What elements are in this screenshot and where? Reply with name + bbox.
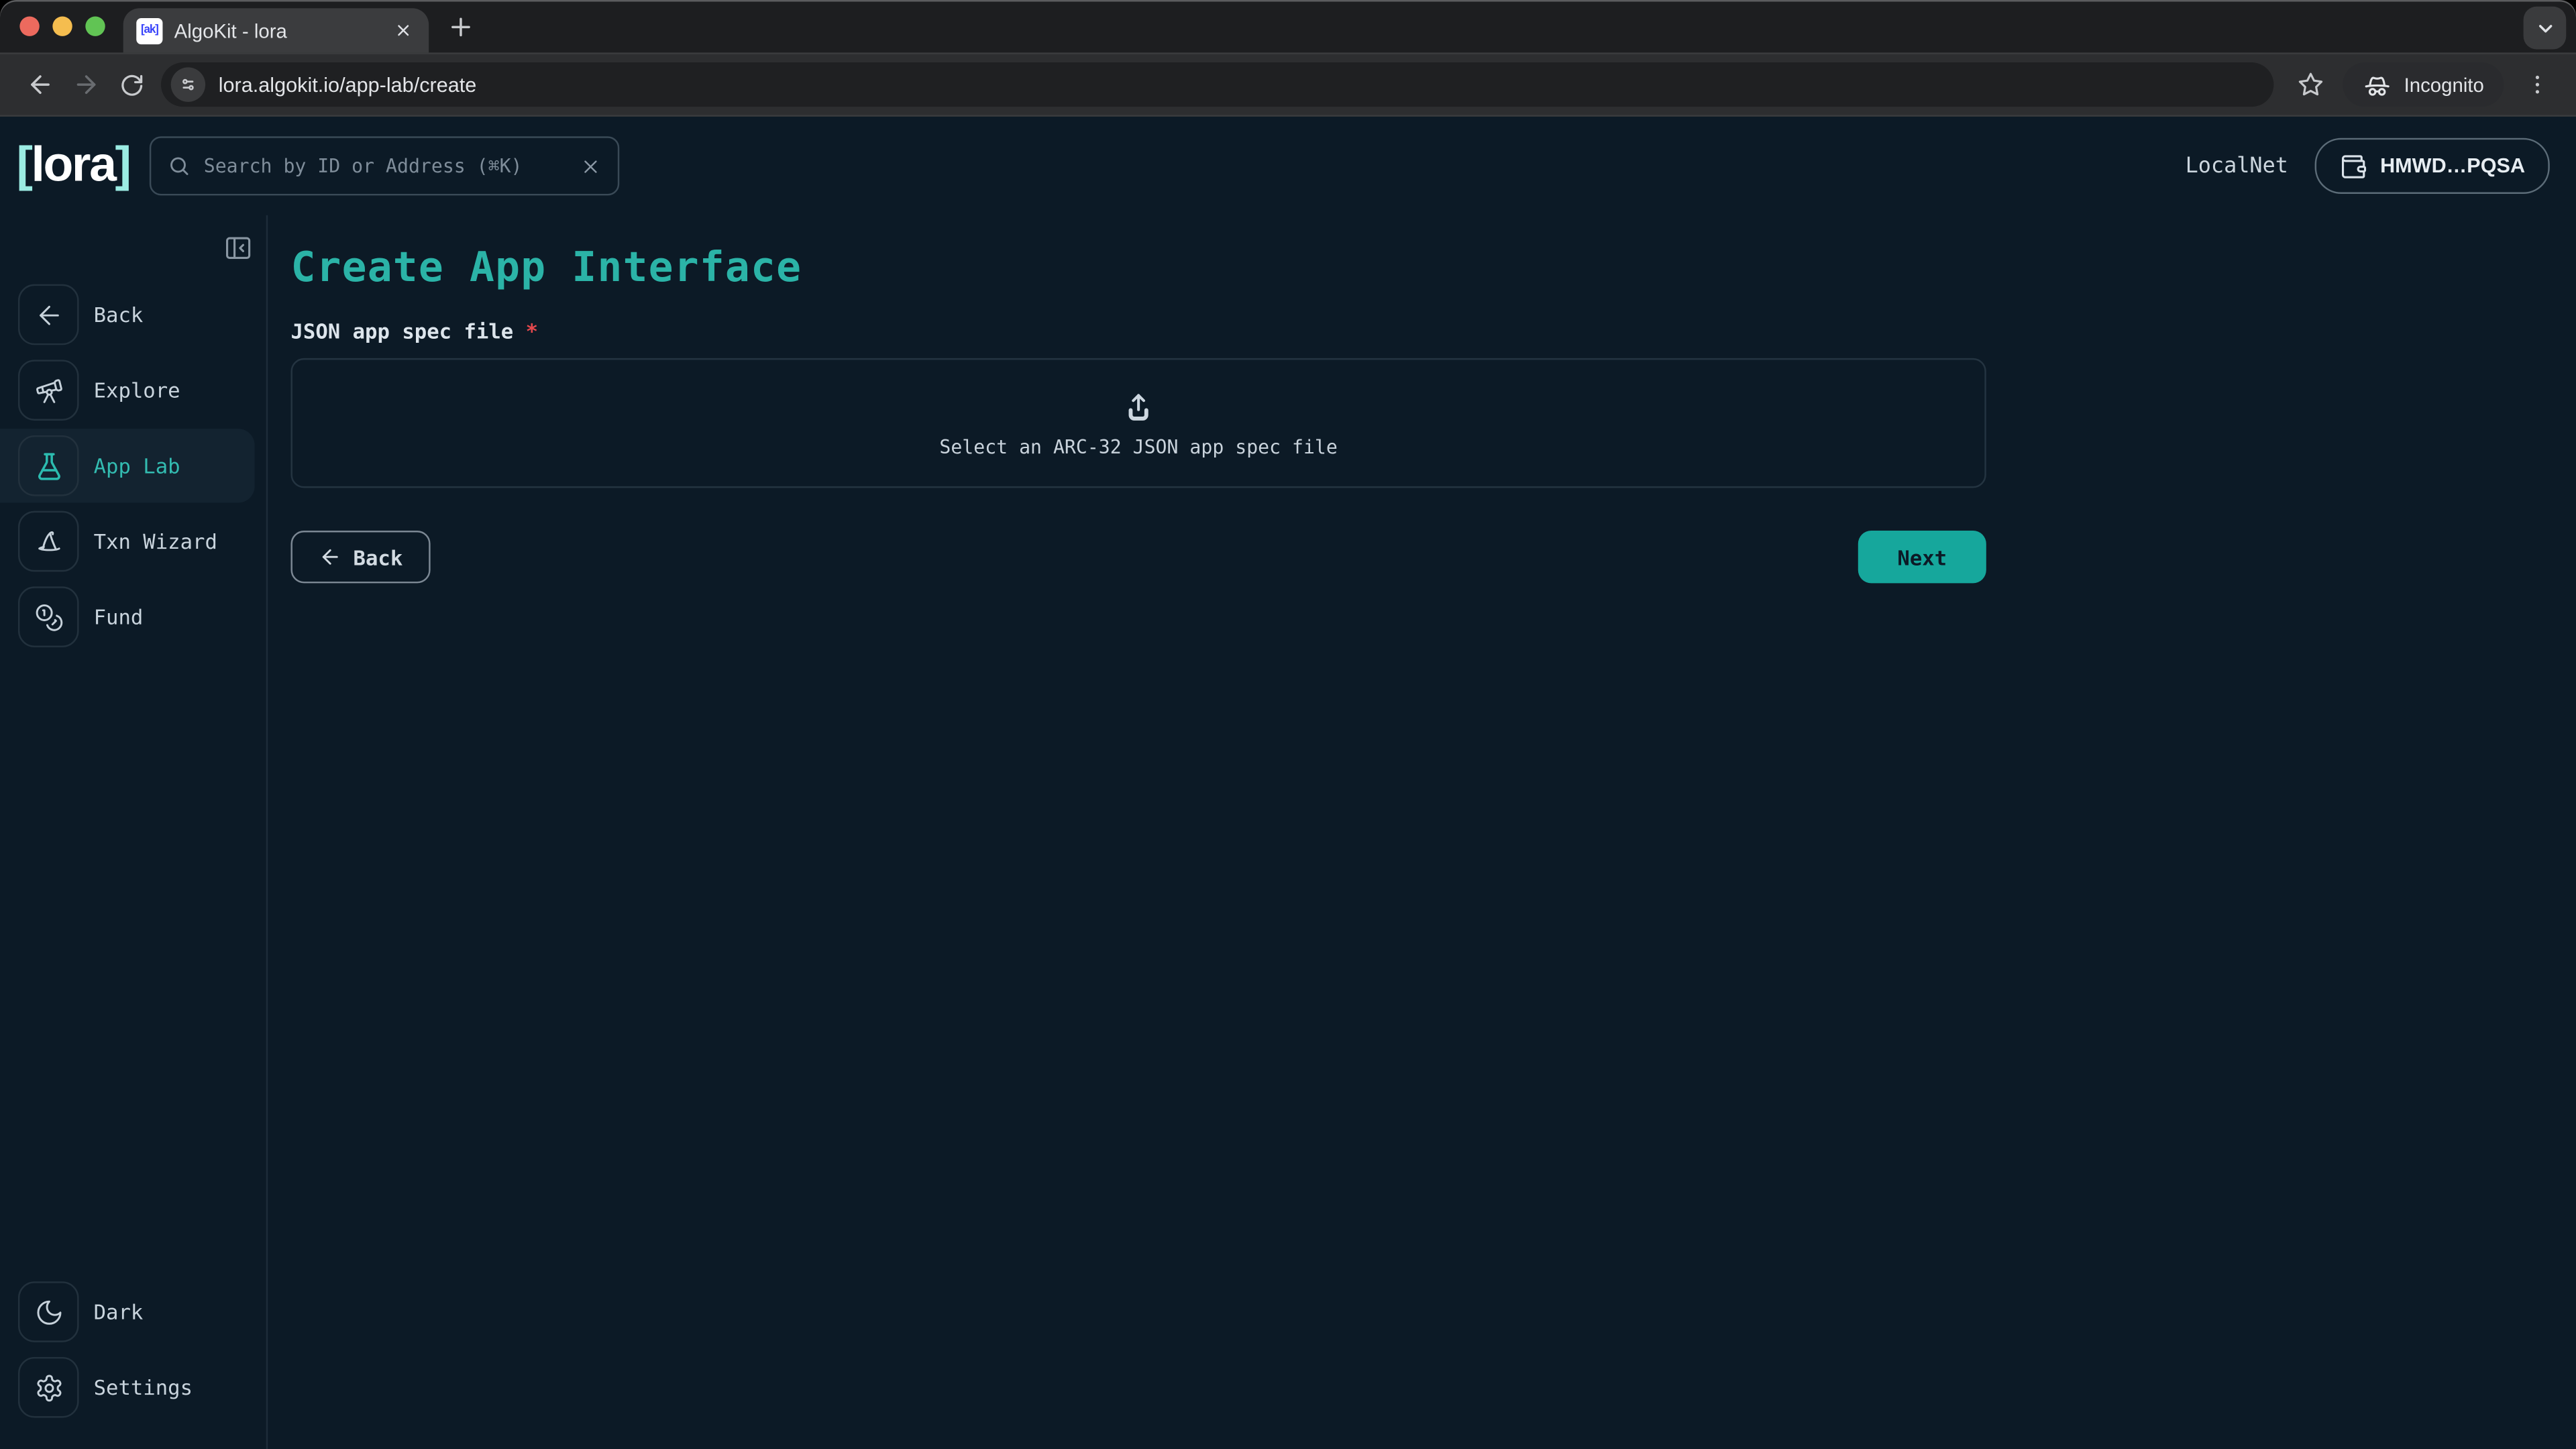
window-controls[interactable]: [19, 16, 105, 36]
browser-menu-icon[interactable]: [2514, 62, 2560, 108]
site-info-icon[interactable]: [171, 67, 205, 101]
sidebar-item-label: App Lab: [94, 453, 180, 478]
tab-search-button[interactable]: [2524, 7, 2567, 50]
search-icon: [168, 154, 191, 177]
sidebar-collapse-icon[interactable]: [223, 233, 253, 263]
browser-forward-icon[interactable]: [62, 62, 109, 108]
sidebar-item-fund[interactable]: Fund: [0, 580, 266, 653]
browser-toolbar: lora.algokit.io/app-lab/create Incognito: [0, 52, 2576, 117]
back-button[interactable]: Back: [290, 531, 430, 583]
sidebar-item-label: Dark: [94, 1299, 144, 1324]
new-tab-button[interactable]: [447, 13, 475, 42]
close-window-button[interactable]: [19, 16, 39, 36]
incognito-label: Incognito: [2404, 73, 2484, 96]
sidebar: Back Explore: [0, 215, 268, 1449]
fullscreen-window-button[interactable]: [85, 16, 105, 36]
wizard-hat-icon: [18, 511, 79, 572]
app-header: [lora] LocalNet HMWD…PQSA: [0, 117, 2576, 215]
tab-close-icon[interactable]: [389, 17, 415, 44]
url-text: lora.algokit.io/app-lab/create: [219, 73, 477, 96]
tab-strip: [ak] AlgoKit - lora: [0, 0, 2576, 52]
sidebar-item-back[interactable]: Back: [0, 278, 266, 352]
sidebar-item-txn-wizard[interactable]: Txn Wizard: [0, 504, 266, 578]
minimize-window-button[interactable]: [52, 16, 72, 36]
sidebar-item-label: Explore: [94, 378, 180, 402]
tab-title: AlgoKit - lora: [174, 19, 378, 42]
coins-icon: [18, 586, 79, 647]
sidebar-item-label: Settings: [94, 1375, 193, 1400]
wallet-button[interactable]: HMWD…PQSA: [2314, 138, 2550, 194]
search-input[interactable]: [204, 154, 567, 177]
field-label: JSON app spec file *: [290, 319, 1986, 343]
sidebar-item-label: Fund: [94, 604, 144, 629]
sidebar-item-theme-toggle[interactable]: Dark: [0, 1275, 266, 1348]
lora-app: [lora] LocalNet HMWD…PQSA: [0, 117, 2576, 1449]
lora-logo[interactable]: [lora]: [16, 138, 129, 194]
wallet-icon: [2339, 152, 2367, 180]
file-dropzone[interactable]: Select an ARC-32 JSON app spec file: [290, 358, 1986, 488]
moon-icon: [18, 1281, 79, 1342]
sidebar-item-label: Back: [94, 303, 144, 327]
telescope-icon: [18, 360, 79, 421]
sidebar-item-label: Txn Wizard: [94, 529, 217, 554]
tab-favicon: [ak]: [136, 17, 162, 44]
wallet-address: HMWD…PQSA: [2380, 154, 2525, 177]
network-label[interactable]: LocalNet: [2186, 154, 2288, 178]
main-content: Create App Interface JSON app spec file …: [268, 215, 2576, 1449]
flask-icon: [18, 435, 79, 496]
arrow-left-icon: [319, 545, 341, 568]
sidebar-item-explore[interactable]: Explore: [0, 354, 266, 427]
arrow-left-icon: [18, 284, 79, 345]
required-marker: *: [526, 319, 538, 343]
clear-search-icon[interactable]: [580, 155, 602, 176]
gear-icon: [18, 1357, 79, 1418]
upload-icon: [1120, 388, 1157, 425]
sidebar-item-settings[interactable]: Settings: [0, 1350, 266, 1424]
sidebar-item-app-lab[interactable]: App Lab: [0, 429, 255, 502]
browser-tab[interactable]: [ak] AlgoKit - lora: [123, 8, 429, 52]
page-title: Create App Interface: [290, 243, 1986, 290]
bookmark-star-icon[interactable]: [2288, 62, 2334, 108]
incognito-icon: [2363, 70, 2392, 99]
browser-back-icon[interactable]: [16, 62, 62, 108]
next-button[interactable]: Next: [1858, 531, 1986, 583]
browser-chrome: [ak] AlgoKit - lora: [0, 0, 2576, 117]
search-box[interactable]: [150, 136, 619, 195]
incognito-badge: Incognito: [2343, 62, 2504, 107]
screen: [ak] AlgoKit - lora: [0, 0, 2576, 1449]
url-bar[interactable]: lora.algokit.io/app-lab/create: [161, 62, 2274, 107]
dropzone-text: Select an ARC-32 JSON app spec file: [939, 435, 1337, 458]
browser-reload-icon[interactable]: [109, 62, 155, 108]
